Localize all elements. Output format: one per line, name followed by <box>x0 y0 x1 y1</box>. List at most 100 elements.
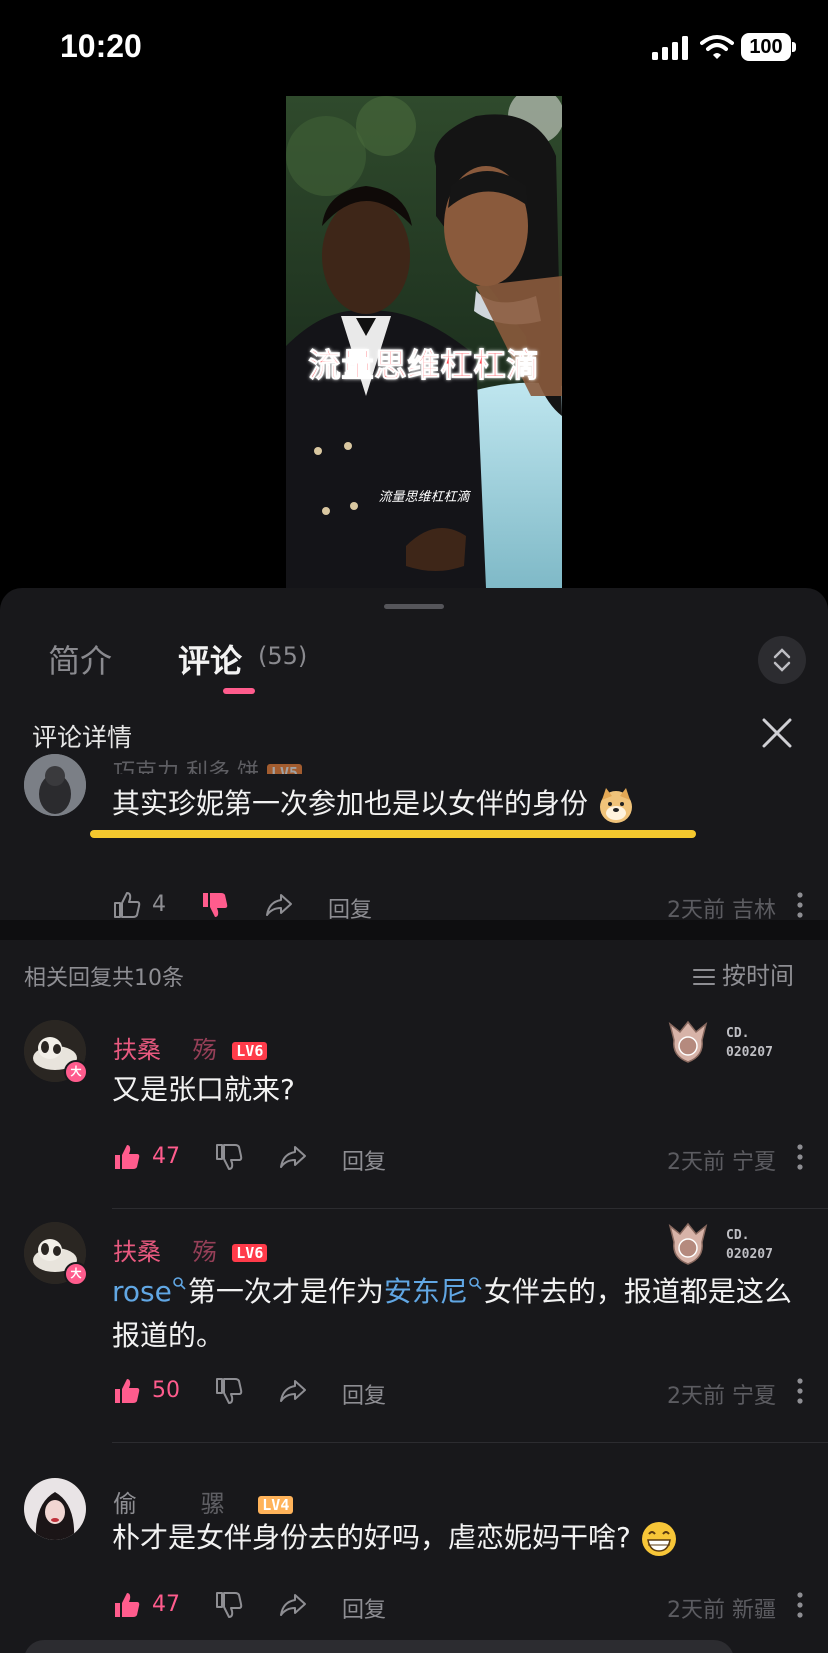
username-text: 巧克力 利多 饼 <box>113 760 259 774</box>
medal-line-2: 020207 <box>726 1247 773 1262</box>
avatar-image <box>24 1478 86 1540</box>
reply-username[interactable]: 偷 骡 LV4 <box>113 1484 294 1519</box>
expand-collapse-icon <box>773 648 791 672</box>
comment-detail-title: 评论详情 <box>32 723 133 752</box>
sort-button[interactable]: 按时间 <box>692 956 794 991</box>
active-tab-indicator <box>223 688 255 694</box>
more-icon[interactable] <box>796 1376 804 1406</box>
reply-username[interactable]: 扶桑 殇 LV6 <box>113 1232 268 1267</box>
share-icon[interactable] <box>278 1376 308 1406</box>
mention-link[interactable]: 安东尼 <box>384 1275 468 1308</box>
share-icon[interactable] <box>278 1590 308 1620</box>
more-icon[interactable] <box>796 1142 804 1172</box>
thumbs-down-icon[interactable] <box>200 890 230 920</box>
avatar <box>24 1478 86 1540</box>
reply-actions: 47 回复 2天前 新疆 <box>0 1586 828 1626</box>
thumbs-up-icon[interactable] <box>112 1142 142 1172</box>
related-replies-header: 相关回复共10条 <box>24 966 184 991</box>
reply-meta: 2天前 新疆 <box>667 1592 776 1624</box>
level-badge: LV4 <box>258 1496 294 1514</box>
like-count: 50 <box>152 1378 180 1403</box>
video-subtitle: 流量思维杠杠滴 <box>378 490 470 505</box>
reply-time: 2天前 <box>666 1384 725 1409</box>
wifi-icon <box>700 35 734 59</box>
tab-intro[interactable]: 简介 <box>48 636 112 682</box>
comment-body: 其实珍妮第一次参加也是以女伴的身份 <box>112 787 589 820</box>
more-icon[interactable] <box>796 1590 804 1620</box>
username-suffix: 殇 <box>192 1238 217 1266</box>
reply-text: 又是张口就来? <box>112 1073 295 1106</box>
reply-actions: 47 回复 2天前 宁夏 <box>0 1138 828 1178</box>
status-bar: 10:20 100 <box>0 0 828 96</box>
username-text: 扶桑 <box>113 1238 161 1266</box>
avatar[interactable] <box>24 754 86 816</box>
thumbs-down-icon[interactable] <box>214 1142 244 1172</box>
reply-location: 新疆 <box>731 1598 776 1623</box>
medal-line-1: CD. <box>726 1228 750 1243</box>
close-icon[interactable] <box>760 716 794 750</box>
reply-location: 宁夏 <box>731 1384 776 1409</box>
sort-label: 按时间 <box>722 962 794 990</box>
level-badge: LV6 <box>232 1244 268 1262</box>
fan-medal-icon <box>668 1020 708 1063</box>
level-badge: LV5 <box>267 764 303 774</box>
reply-time: 2天前 <box>666 1598 725 1623</box>
section-divider <box>0 920 828 940</box>
video-player[interactable]: 流量思维杠杠滴 流量思维杠杠滴 <box>286 96 562 588</box>
reply-item: 大 扶桑 殇 LV6 CD. 020207 rose 第一次才是作为安东尼 女伴去的… <box>0 1222 828 1492</box>
share-icon[interactable] <box>264 890 294 920</box>
highlight-underline <box>90 830 696 838</box>
list-sort-icon <box>693 969 715 985</box>
reply-button[interactable]: 回复 <box>342 1592 386 1624</box>
reply-text-part: 第一次才是作为 <box>187 1275 384 1308</box>
like-count: 47 <box>152 1144 180 1169</box>
reply-time: 2天前 <box>666 1150 725 1175</box>
reply-input-bar[interactable] <box>24 1640 734 1653</box>
status-time: 10:20 <box>60 28 142 64</box>
more-icon[interactable] <box>796 890 804 920</box>
thumbs-up-icon[interactable] <box>112 890 142 920</box>
search-link-icon <box>469 1277 482 1290</box>
username-text: 偷 <box>113 1490 137 1518</box>
reply-button[interactable]: 回复 <box>342 1144 386 1176</box>
video-overlay-title: 流量思维杠杠滴 <box>308 346 540 385</box>
tab-comments[interactable]: 评论 <box>178 636 242 682</box>
reply-location: 宁夏 <box>731 1150 776 1175</box>
reply-text: 朴才是女伴身份去的好吗，虐恋妮妈干啥? <box>112 1516 812 1560</box>
vip-badge: 大 <box>64 1060 88 1084</box>
like-count: 47 <box>152 1592 180 1617</box>
avatar-image <box>24 754 86 816</box>
thumbs-down-icon[interactable] <box>214 1376 244 1406</box>
search-link-icon <box>173 1277 186 1290</box>
reply-item: 偷 骡 LV4 朴才是女伴身份去的好吗，虐恋妮妈干啥? 47 回复 2天前 新疆 <box>0 1478 828 1634</box>
level-badge: LV6 <box>232 1042 268 1060</box>
reply-avatar[interactable] <box>24 1478 86 1540</box>
reply-meta: 2天前 宁夏 <box>667 1378 776 1410</box>
medal-label: CD. 020207 <box>726 1226 773 1264</box>
reply-avatar[interactable]: 大 <box>24 1020 88 1084</box>
sheet-drag-handle[interactable] <box>384 604 444 609</box>
cellular-signal-icon <box>652 36 688 60</box>
comments-count: (55) <box>258 642 308 670</box>
battery-tip <box>792 42 796 52</box>
medal-label: CD. 020207 <box>726 1024 773 1062</box>
like-count: 4 <box>152 892 166 917</box>
row-divider <box>112 1208 828 1209</box>
thumbs-up-icon[interactable] <box>112 1590 142 1620</box>
thumbs-down-icon[interactable] <box>214 1590 244 1620</box>
reply-avatar[interactable]: 大 <box>24 1222 88 1286</box>
reply-text: rose 第一次才是作为安东尼 女伴去的，报道都是这么报道的。 <box>112 1270 812 1358</box>
main-comment: 巧克力 利多 饼 LV5 其实珍妮第一次参加也是以女伴的身份 4 回复 2天前 … <box>0 754 828 923</box>
row-divider <box>112 1442 828 1443</box>
reply-button[interactable]: 回复 <box>342 1378 386 1410</box>
reply-username[interactable]: 扶桑 殇 LV6 <box>113 1030 268 1065</box>
mention-link[interactable]: rose <box>112 1275 172 1308</box>
expand-button[interactable] <box>758 636 806 684</box>
share-icon[interactable] <box>278 1142 308 1172</box>
medal-line-2: 020207 <box>726 1045 773 1060</box>
comment-text: 其实珍妮第一次参加也是以女伴的身份 <box>112 782 635 824</box>
fan-medal-icon <box>668 1222 708 1265</box>
comment-username[interactable]: 巧克力 利多 饼 LV5 <box>113 754 303 774</box>
reply-meta: 2天前 宁夏 <box>667 1144 776 1176</box>
thumbs-up-icon[interactable] <box>112 1376 142 1406</box>
